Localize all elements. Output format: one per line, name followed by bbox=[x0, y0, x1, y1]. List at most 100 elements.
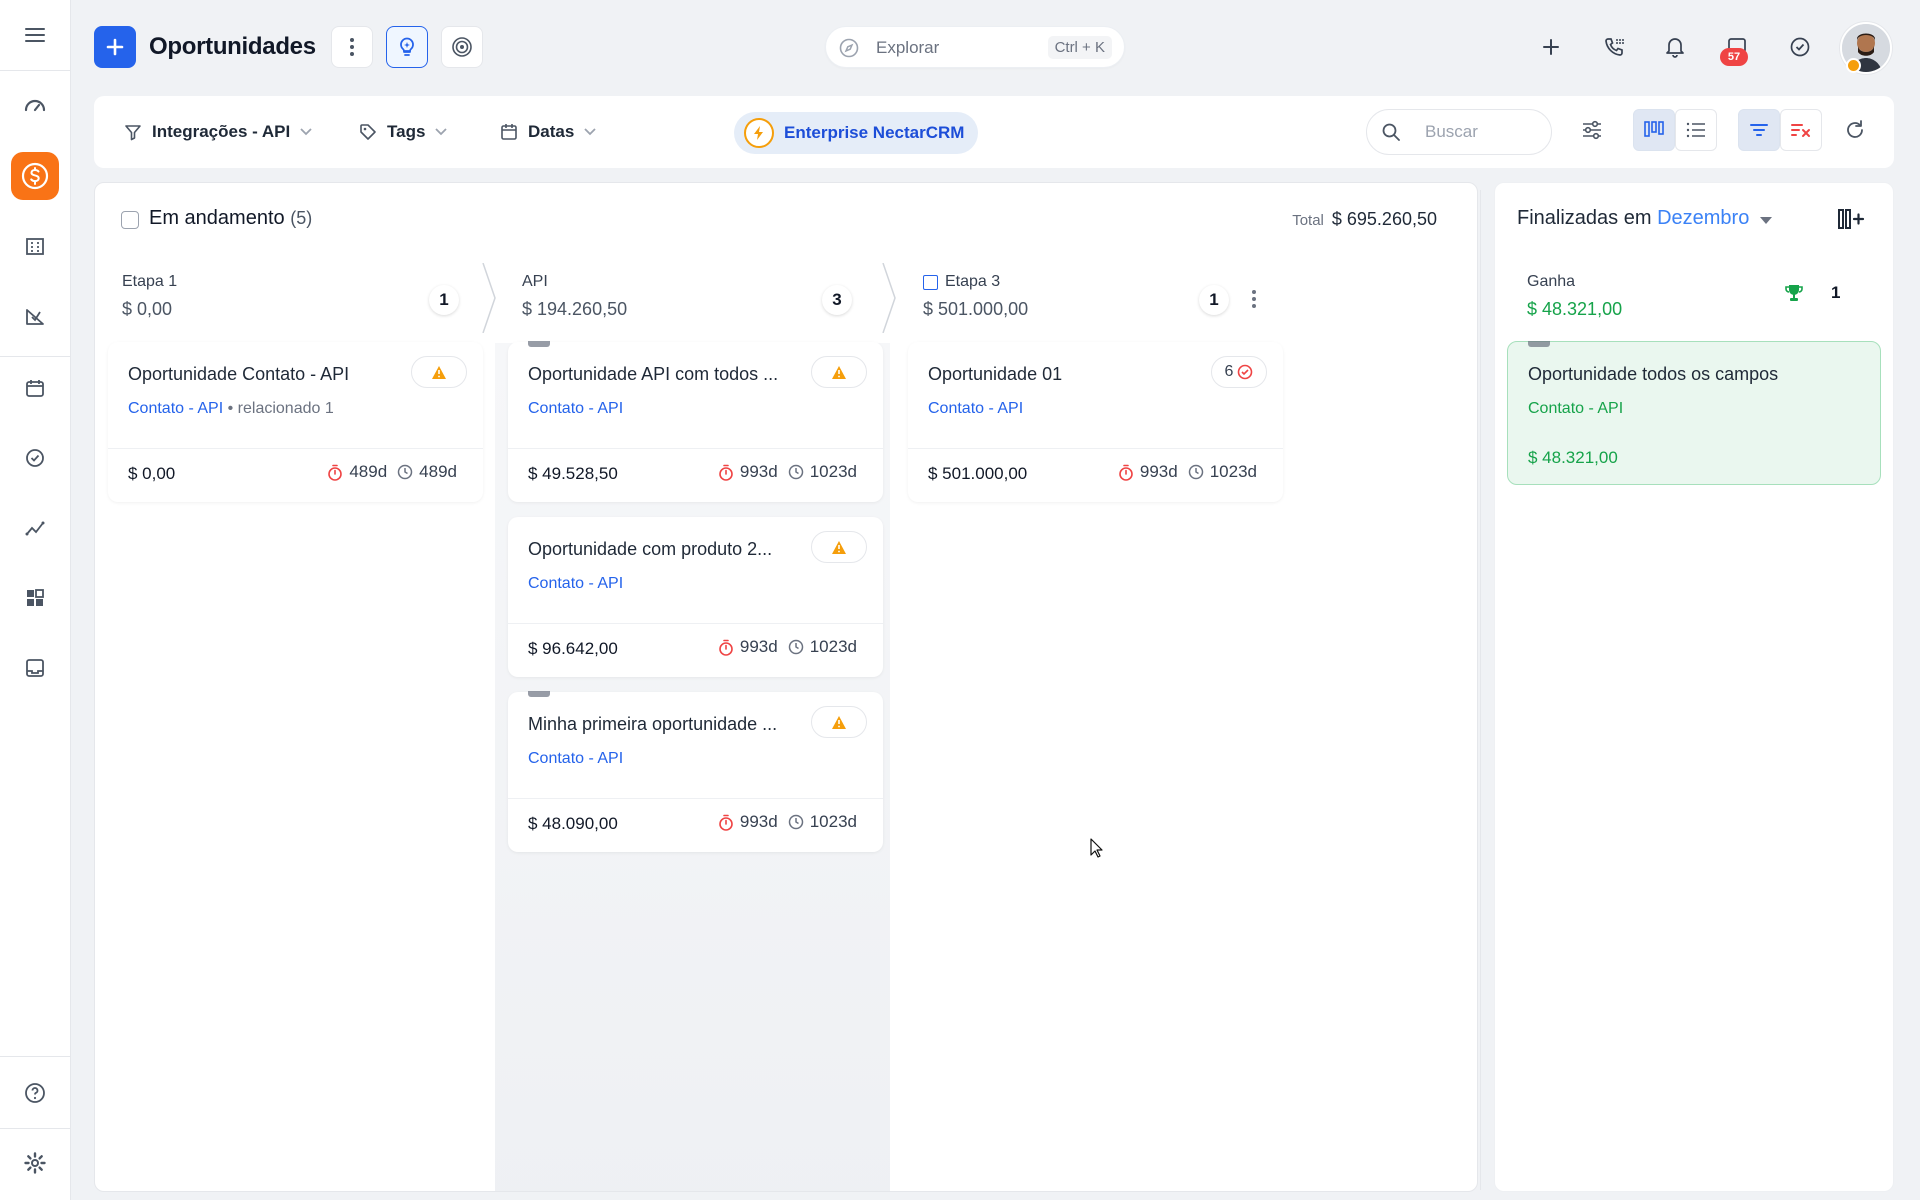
clock-icon bbox=[1188, 464, 1204, 480]
clear-filter-button[interactable] bbox=[1780, 109, 1822, 151]
card-value: $ 48.090,00 bbox=[528, 814, 618, 833]
caret-down-icon[interactable] bbox=[1760, 217, 1772, 224]
stage-name: API bbox=[522, 273, 548, 290]
refresh-icon[interactable] bbox=[1834, 109, 1876, 151]
stage-select-checkbox[interactable] bbox=[923, 275, 938, 290]
kanban-view-button[interactable] bbox=[1633, 109, 1675, 151]
finalized-panel: Finalizadas em Dezembro Ganha $ 48.321,0… bbox=[1494, 182, 1894, 1192]
contact-link[interactable]: Contato - API bbox=[128, 400, 223, 417]
pipeline-filter[interactable]: Integrações - API bbox=[124, 96, 312, 168]
card-times: 993d 1023d bbox=[1118, 462, 1257, 482]
tasks-count: 6 bbox=[1224, 363, 1234, 380]
warning-icon[interactable] bbox=[811, 531, 867, 563]
menu-icon[interactable] bbox=[11, 11, 59, 59]
list-view-button[interactable] bbox=[1675, 109, 1717, 151]
stopwatch-icon bbox=[327, 464, 343, 481]
explore-search[interactable]: Explorar Ctrl + K bbox=[825, 26, 1125, 68]
month-selector[interactable]: Dezembro bbox=[1657, 207, 1749, 229]
dates-filter[interactable]: Datas bbox=[500, 96, 596, 168]
stage-count: 1 bbox=[1199, 285, 1229, 315]
card-value: $ 501.000,00 bbox=[928, 464, 1028, 483]
won-opportunity-card[interactable]: Oportunidade todos os campos Contato - A… bbox=[1507, 341, 1881, 485]
warning-icon[interactable] bbox=[411, 356, 467, 388]
related-text: • relacionado 1 bbox=[227, 400, 334, 417]
stage-name: Etapa 1 bbox=[122, 273, 178, 290]
contact-link[interactable]: Contato - API bbox=[528, 750, 623, 768]
contact-link[interactable]: Contato - API bbox=[1528, 400, 1623, 418]
warning-icon[interactable] bbox=[811, 356, 867, 388]
chevron-down-icon bbox=[584, 128, 596, 136]
tracking-radar-button[interactable] bbox=[441, 26, 483, 68]
contact-link[interactable]: Contato - API bbox=[528, 400, 623, 418]
stage-header-etapa-3[interactable]: Etapa 3 $ 501.000,00 1 bbox=[905, 263, 1305, 333]
filter-active-button[interactable] bbox=[1738, 109, 1780, 151]
calendar-icon[interactable] bbox=[11, 364, 59, 412]
dates-filter-label: Datas bbox=[528, 122, 575, 141]
status-dot bbox=[1846, 58, 1861, 73]
tasks-check-icon[interactable] bbox=[11, 434, 59, 482]
warning-icon[interactable] bbox=[811, 706, 867, 738]
stage-header-etapa-1[interactable]: Etapa 1 $ 0,00 1 bbox=[104, 263, 504, 333]
page-title: Oportunidades bbox=[149, 33, 316, 60]
total-label: Total bbox=[1292, 212, 1324, 229]
stage-arrow-icon bbox=[481, 263, 497, 333]
tags-filter[interactable]: Tags bbox=[359, 96, 448, 168]
mouse-cursor-icon bbox=[1090, 838, 1104, 858]
select-all-checkbox[interactable] bbox=[121, 211, 139, 229]
stage-more-icon[interactable] bbox=[1251, 289, 1257, 309]
search-box[interactable] bbox=[1366, 109, 1552, 155]
inbox-icon[interactable] bbox=[11, 644, 59, 692]
settings-gear-icon[interactable] bbox=[11, 1139, 59, 1187]
clock-icon bbox=[788, 814, 804, 830]
ai-insights-button[interactable] bbox=[386, 26, 428, 68]
bolt-icon bbox=[744, 118, 774, 148]
stage-value: $ 0,00 bbox=[122, 299, 173, 319]
card-times: 489d 489d bbox=[327, 462, 457, 482]
stopwatch-icon bbox=[1118, 464, 1134, 481]
tasks-done-icon[interactable] bbox=[1783, 30, 1817, 64]
add-opportunity-button[interactable] bbox=[94, 26, 136, 68]
adjust-settings-button[interactable] bbox=[1571, 109, 1613, 151]
messages-count-badge: 57 bbox=[1720, 48, 1748, 66]
contact-link[interactable]: Contato - API bbox=[928, 400, 1023, 418]
stopwatch-icon bbox=[718, 814, 734, 831]
bell-icon[interactable] bbox=[1658, 30, 1692, 64]
companies-building-icon[interactable] bbox=[11, 222, 59, 270]
opportunities-dollar-icon[interactable] bbox=[11, 152, 59, 200]
help-icon[interactable] bbox=[11, 1069, 59, 1117]
pipeline-board: Em andamento (5) Total $ 695.260,50 Etapa… bbox=[94, 182, 1478, 1192]
funnel-icon bbox=[124, 123, 142, 141]
time-total: 1023d bbox=[1209, 462, 1257, 481]
search-input[interactable] bbox=[1425, 122, 1535, 142]
card-times: 993d 1023d bbox=[718, 812, 857, 832]
add-column-icon[interactable] bbox=[1837, 207, 1865, 231]
compass-icon bbox=[838, 37, 860, 59]
reports-chart-icon[interactable] bbox=[11, 292, 59, 340]
finalized-label: Finalizadas em bbox=[1517, 207, 1652, 229]
panel-divider bbox=[1480, 190, 1481, 1190]
won-stage-count: 1 bbox=[1831, 283, 1841, 302]
contact-link[interactable]: Contato - API bbox=[528, 575, 623, 593]
analytics-trend-icon[interactable] bbox=[11, 504, 59, 552]
opportunity-card[interactable]: Oportunidade com produto 2... Contato - … bbox=[508, 517, 883, 677]
enterprise-badge[interactable]: Enterprise NectarCRM bbox=[734, 112, 979, 154]
opportunity-card[interactable]: Oportunidade 01 Contato - API 6 $ 501.00… bbox=[908, 342, 1283, 502]
phone-dialer-icon[interactable] bbox=[1597, 30, 1631, 64]
dashboard-gauge-icon[interactable] bbox=[11, 82, 59, 130]
won-stage-value: $ 48.321,00 bbox=[1527, 299, 1623, 319]
opportunity-card[interactable]: Oportunidade API com todos ... Contato -… bbox=[508, 341, 883, 502]
time-in-stage: 993d bbox=[739, 637, 778, 656]
opportunity-card[interactable]: Oportunidade Contato - API Contato - API… bbox=[108, 342, 483, 502]
apps-grid-icon[interactable] bbox=[11, 574, 59, 622]
clock-icon bbox=[397, 464, 413, 480]
card-title: Minha primeira oportunidade ... bbox=[528, 714, 778, 734]
opportunity-card[interactable]: Minha primeira oportunidade ... Contato … bbox=[508, 691, 883, 852]
explore-shortcut: Ctrl + K bbox=[1047, 36, 1112, 59]
quick-add-icon[interactable] bbox=[1534, 30, 1568, 64]
stage-header-api[interactable]: API $ 194.260,50 3 bbox=[504, 263, 904, 333]
chevron-down-icon bbox=[300, 128, 312, 136]
tasks-badge[interactable]: 6 bbox=[1211, 356, 1267, 388]
won-stage-name: Ganha bbox=[1527, 273, 1576, 290]
stage-arrow-icon bbox=[881, 263, 897, 333]
more-options-button[interactable] bbox=[331, 26, 373, 68]
